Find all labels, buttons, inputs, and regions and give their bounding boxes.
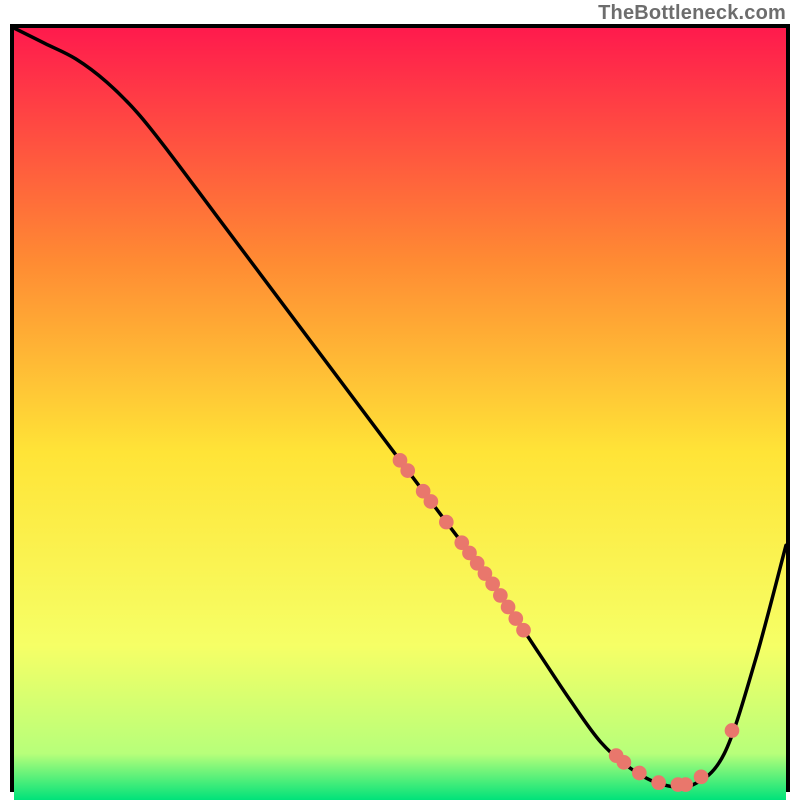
data-point [725,723,740,738]
chart-plot-layer [14,28,786,800]
data-point [439,515,454,530]
data-point [617,755,632,770]
watermark-text: TheBottleneck.com [598,2,786,25]
data-point [694,770,709,785]
data-point [678,777,693,792]
data-point [424,494,439,509]
data-point [632,766,647,781]
chart-frame [10,24,790,792]
data-point [516,623,531,638]
data-points-group [393,453,740,792]
data-point [651,775,666,790]
data-point [400,463,415,478]
bottleneck-curve [14,28,786,788]
